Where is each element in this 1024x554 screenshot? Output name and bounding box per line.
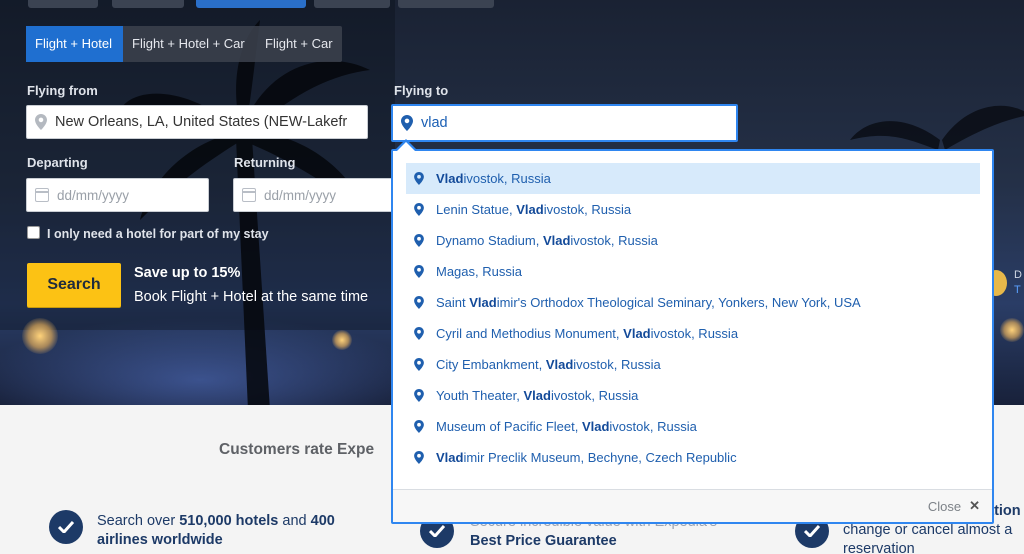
suggestion-item[interactable]: Saint Vladimir's Orthodox Theological Se…: [406, 287, 980, 318]
suggestion-item[interactable]: Dynamo Stadium, Vladivostok, Russia: [406, 225, 980, 256]
location-pin-icon: [414, 420, 424, 433]
location-pin-icon: [414, 451, 424, 464]
flying-from-label: Flying from: [27, 83, 98, 98]
right-edge-text: D T: [1014, 268, 1022, 298]
location-pin-icon: [35, 114, 47, 130]
lantern-light: [332, 330, 352, 350]
location-pin-icon: [414, 327, 424, 340]
suggestion-label: Saint Vladimir's Orthodox Theological Se…: [436, 295, 861, 310]
close-icon[interactable]: ✕: [969, 498, 980, 514]
location-pin-icon: [401, 115, 413, 131]
flying-from-value: New Orleans, LA, United States (NEW-Lake…: [55, 114, 348, 130]
close-dropdown-button[interactable]: Close ✕: [928, 498, 980, 514]
top-tab[interactable]: [398, 0, 494, 8]
package-type-tabs: Flight + Hotel Flight + Hotel + Car Flig…: [26, 26, 342, 62]
suggestion-label: Cyril and Methodius Monument, Vladivosto…: [436, 326, 739, 341]
lantern-light: [1000, 318, 1024, 342]
right-edge-line1: D: [1014, 269, 1022, 281]
flying-to-label: Flying to: [394, 83, 449, 98]
suggestion-label: Vladivostok, Russia: [436, 171, 551, 186]
hotel-partial-label[interactable]: I only need a hotel for part of my stay: [47, 227, 269, 241]
suggestion-label: Youth Theater, Vladivostok, Russia: [436, 388, 639, 403]
suggestion-item[interactable]: Youth Theater, Vladivostok, Russia: [406, 380, 980, 411]
top-tab[interactable]: [28, 0, 98, 8]
dropdown-caret-fill: [397, 142, 415, 151]
suggestion-item[interactable]: Cyril and Methodius Monument, Vladivosto…: [406, 318, 980, 349]
tab-flight-hotel[interactable]: Flight + Hotel: [26, 26, 123, 62]
calendar-icon: [242, 188, 256, 202]
close-label[interactable]: Close: [928, 499, 961, 514]
right-edge-line2: T: [1014, 284, 1021, 296]
suggestion-item[interactable]: Magas, Russia: [406, 256, 980, 287]
hotel-partial-checkbox[interactable]: [27, 226, 40, 239]
suggestion-item[interactable]: Lenin Statue, Vladivostok, Russia: [406, 194, 980, 225]
location-pin-icon: [414, 172, 424, 185]
suggestion-label: Vladimir Preclik Museum, Bechyne, Czech …: [436, 450, 737, 465]
location-pin-icon: [414, 234, 424, 247]
location-pin-icon: [414, 296, 424, 309]
location-pin-icon: [414, 358, 424, 371]
returning-placeholder: dd/mm/yyyy: [264, 187, 337, 203]
suggestion-label: Magas, Russia: [436, 264, 522, 279]
checkmark-icon: [49, 510, 83, 544]
suggestion-label: Museum of Pacific Fleet, Vladivostok, Ru…: [436, 419, 697, 434]
feature-search-hotels: Search over 510,000 hotels and 400 airli…: [97, 513, 335, 548]
dropdown-footer: Close ✕: [393, 489, 992, 522]
departing-label: Departing: [27, 155, 88, 170]
suggestion-label: City Embankment, Vladivostok, Russia: [436, 357, 661, 372]
suggestion-list: Vladivostok, Russia Lenin Statue, Vladivo…: [406, 163, 980, 473]
suggestion-label: Lenin Statue, Vladivostok, Russia: [436, 202, 632, 217]
suggestion-item[interactable]: Museum of Pacific Fleet, Vladivostok, Ru…: [406, 411, 980, 442]
tab-flight-hotel-car[interactable]: Flight + Hotel + Car: [123, 26, 256, 62]
departing-placeholder: dd/mm/yyyy: [57, 187, 130, 203]
promo-subtitle: Book Flight + Hotel at the same time: [134, 289, 369, 305]
search-button[interactable]: Search: [27, 263, 121, 307]
suggestion-item[interactable]: Vladimir Preclik Museum, Bechyne, Czech …: [406, 442, 980, 473]
location-pin-icon: [414, 389, 424, 402]
departing-date-field[interactable]: dd/mm/yyyy: [26, 178, 209, 212]
top-tab[interactable]: [112, 0, 184, 8]
flying-to-field[interactable]: vlad: [391, 104, 738, 142]
lantern-light: [22, 318, 58, 354]
top-tab[interactable]: [314, 0, 390, 8]
destination-suggestions-dropdown: Vladivostok, Russia Lenin Statue, Vladivo…: [391, 149, 994, 524]
suggestion-item[interactable]: City Embankment, Vladivostok, Russia: [406, 349, 980, 380]
returning-date-field[interactable]: dd/mm/yyyy: [233, 178, 393, 212]
returning-label: Returning: [234, 155, 296, 170]
location-pin-icon: [414, 203, 424, 216]
customer-rating-heading: Customers rate Expe: [219, 441, 375, 458]
location-pin-icon: [414, 265, 424, 278]
promo-title: Save up to 15%: [134, 265, 241, 281]
flying-to-value: vlad: [421, 115, 448, 131]
tab-flight-car[interactable]: Flight + Car: [256, 26, 342, 62]
top-tab-active[interactable]: [196, 0, 306, 8]
flying-from-field[interactable]: New Orleans, LA, United States (NEW-Lake…: [26, 105, 368, 139]
calendar-icon: [35, 188, 49, 202]
suggestion-label: Dynamo Stadium, Vladivostok, Russia: [436, 233, 658, 248]
suggestion-item[interactable]: Vladivostok, Russia: [406, 163, 980, 194]
